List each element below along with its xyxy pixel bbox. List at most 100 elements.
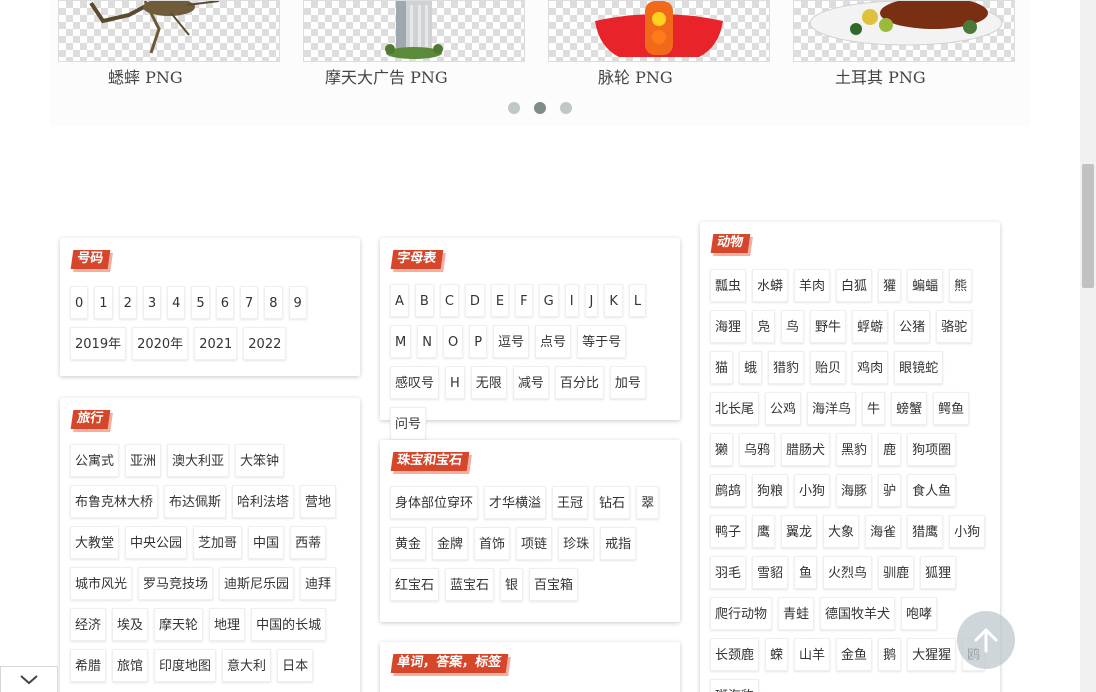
- tag-link[interactable]: 骆驼: [936, 310, 973, 343]
- tag-link[interactable]: 蝙蝠: [907, 269, 944, 302]
- tag-link[interactable]: 鹧鸪: [710, 474, 747, 507]
- tag-link[interactable]: 小狗: [949, 515, 986, 548]
- tag-link[interactable]: 鱼: [794, 556, 818, 589]
- tag-link[interactable]: B: [414, 284, 434, 317]
- tag-link[interactable]: 鳄鱼: [933, 392, 970, 425]
- tag-link[interactable]: 鸭子: [710, 515, 747, 548]
- tag-link[interactable]: 百宝箱: [529, 568, 579, 601]
- tag-link[interactable]: 羽毛: [710, 556, 747, 589]
- scrollbar-thumb[interactable]: [1082, 164, 1094, 288]
- tag-link[interactable]: 布达佩斯: [164, 485, 227, 518]
- tag-link[interactable]: 亚洲: [125, 444, 162, 477]
- tag-link[interactable]: 鸡肉: [852, 351, 889, 384]
- tag-link[interactable]: 瓢虫: [710, 269, 747, 302]
- tag-link[interactable]: 银: [500, 568, 524, 601]
- tag-link[interactable]: 眼镜蛇: [894, 351, 944, 384]
- tag-link[interactable]: 钻石: [594, 486, 631, 519]
- tag-link[interactable]: 羊肉: [794, 269, 831, 302]
- tag-link[interactable]: 食人鱼: [907, 474, 957, 507]
- tag-link[interactable]: 2020年: [132, 327, 189, 360]
- tag-link[interactable]: 地理: [209, 608, 246, 641]
- tag-link[interactable]: 德国牧羊犬: [820, 597, 896, 630]
- tag-link[interactable]: 猎豹: [768, 351, 805, 384]
- tag-link[interactable]: 狗项圈: [907, 433, 957, 466]
- tag-link[interactable]: 首饰: [474, 527, 511, 560]
- tag-link[interactable]: 日本: [277, 649, 314, 682]
- tag-link[interactable]: 腊肠犬: [781, 433, 831, 466]
- tag-link[interactable]: 蝾: [765, 638, 789, 671]
- tag-link[interactable]: M: [390, 325, 412, 358]
- tag-link[interactable]: 3: [142, 286, 162, 319]
- tag-link[interactable]: 才华横溢: [484, 486, 547, 519]
- tag-link[interactable]: 2: [118, 286, 137, 319]
- tag-link[interactable]: 驴: [878, 474, 902, 507]
- tag-link[interactable]: 翠: [636, 486, 660, 519]
- slide-caption[interactable]: 脉轮 PNG: [598, 64, 770, 88]
- tag-link[interactable]: 蓝宝石: [445, 568, 495, 601]
- tag-link[interactable]: G: [538, 284, 559, 317]
- tag-link[interactable]: 海洋鸟: [807, 392, 857, 425]
- tag-link[interactable]: 中国的长城: [251, 608, 327, 641]
- tag-link[interactable]: 意大利: [222, 649, 272, 682]
- tag-link[interactable]: 驯鹿: [878, 556, 915, 589]
- carousel-slide-turkey[interactable]: 土耳其 PNG: [793, 0, 1015, 88]
- tag-link[interactable]: 青蛙: [778, 597, 815, 630]
- tag-link[interactable]: 鸟: [781, 310, 805, 343]
- tag-link[interactable]: O: [442, 325, 464, 358]
- tag-link[interactable]: 身体部位穿环: [390, 486, 479, 519]
- tag-link[interactable]: 城市风光: [70, 567, 133, 600]
- tag-link[interactable]: L: [628, 284, 647, 317]
- tag-link[interactable]: 黑豹: [836, 433, 873, 466]
- tag-link[interactable]: 澳大利亚: [167, 444, 230, 477]
- tag-link[interactable]: E: [490, 284, 510, 317]
- tag-link[interactable]: 雪貂: [752, 556, 789, 589]
- tag-link[interactable]: 5: [191, 286, 210, 319]
- tag-link[interactable]: 珍珠: [558, 527, 595, 560]
- tag-link[interactable]: 经济: [70, 608, 107, 641]
- tag-link[interactable]: 鹿: [878, 433, 902, 466]
- tag-link[interactable]: 希腊: [70, 649, 107, 682]
- tag-link[interactable]: 印度地图: [154, 649, 217, 682]
- tag-link[interactable]: 斑海豹: [710, 679, 760, 692]
- tag-link[interactable]: 大象: [823, 515, 860, 548]
- tag-link[interactable]: 无限: [470, 366, 507, 399]
- tag-link[interactable]: P: [469, 325, 488, 358]
- tag-link[interactable]: 等于号: [577, 325, 627, 358]
- tag-link[interactable]: 蛾: [739, 351, 763, 384]
- tag-link[interactable]: 熊: [949, 269, 973, 302]
- tag-link[interactable]: 蜉蝣: [852, 310, 889, 343]
- tag-link[interactable]: 金牌: [432, 527, 469, 560]
- page-scrollbar[interactable]: [1080, 0, 1096, 692]
- tag-link[interactable]: 火烈鸟: [823, 556, 873, 589]
- carousel-slide-billboard[interactable]: 摩天大广告 PNG: [303, 0, 525, 88]
- slide-thumbnail[interactable]: [548, 0, 770, 62]
- tag-link[interactable]: 獾: [878, 269, 902, 302]
- tag-link[interactable]: 减号: [512, 366, 549, 399]
- tag-link[interactable]: 公猪: [894, 310, 931, 343]
- tag-link[interactable]: 水蟒: [752, 269, 789, 302]
- tag-link[interactable]: C: [439, 284, 459, 317]
- tag-link[interactable]: 哈利法塔: [232, 485, 295, 518]
- tag-link[interactable]: 西蒂: [290, 526, 327, 559]
- tag-link[interactable]: 罗马竞技场: [138, 567, 214, 600]
- tag-link[interactable]: 逗号: [493, 325, 530, 358]
- tag-link[interactable]: K: [604, 284, 623, 317]
- tag-link[interactable]: 白狐: [836, 269, 873, 302]
- tag-link[interactable]: 4: [167, 286, 186, 319]
- tag-link[interactable]: 6: [215, 286, 234, 319]
- tag-link[interactable]: 8: [264, 286, 283, 319]
- slide-caption[interactable]: 摩天大广告 PNG: [325, 64, 525, 88]
- tag-link[interactable]: 项链: [516, 527, 553, 560]
- tag-link[interactable]: J: [584, 284, 599, 317]
- tag-link[interactable]: 猎鹰: [907, 515, 944, 548]
- tag-link[interactable]: 小狗: [794, 474, 831, 507]
- tag-link[interactable]: 公寓式: [70, 444, 120, 477]
- carousel-slide-cricket[interactable]: 蟋蟀 PNG: [58, 0, 280, 88]
- tag-link[interactable]: 埃及: [112, 608, 149, 641]
- tag-link[interactable]: N: [417, 325, 437, 358]
- slide-thumbnail[interactable]: [58, 0, 280, 62]
- tag-link[interactable]: 鹰: [752, 515, 776, 548]
- tag-link[interactable]: 獭: [710, 433, 734, 466]
- tag-link[interactable]: 野牛: [810, 310, 847, 343]
- tag-link[interactable]: 牛: [862, 392, 886, 425]
